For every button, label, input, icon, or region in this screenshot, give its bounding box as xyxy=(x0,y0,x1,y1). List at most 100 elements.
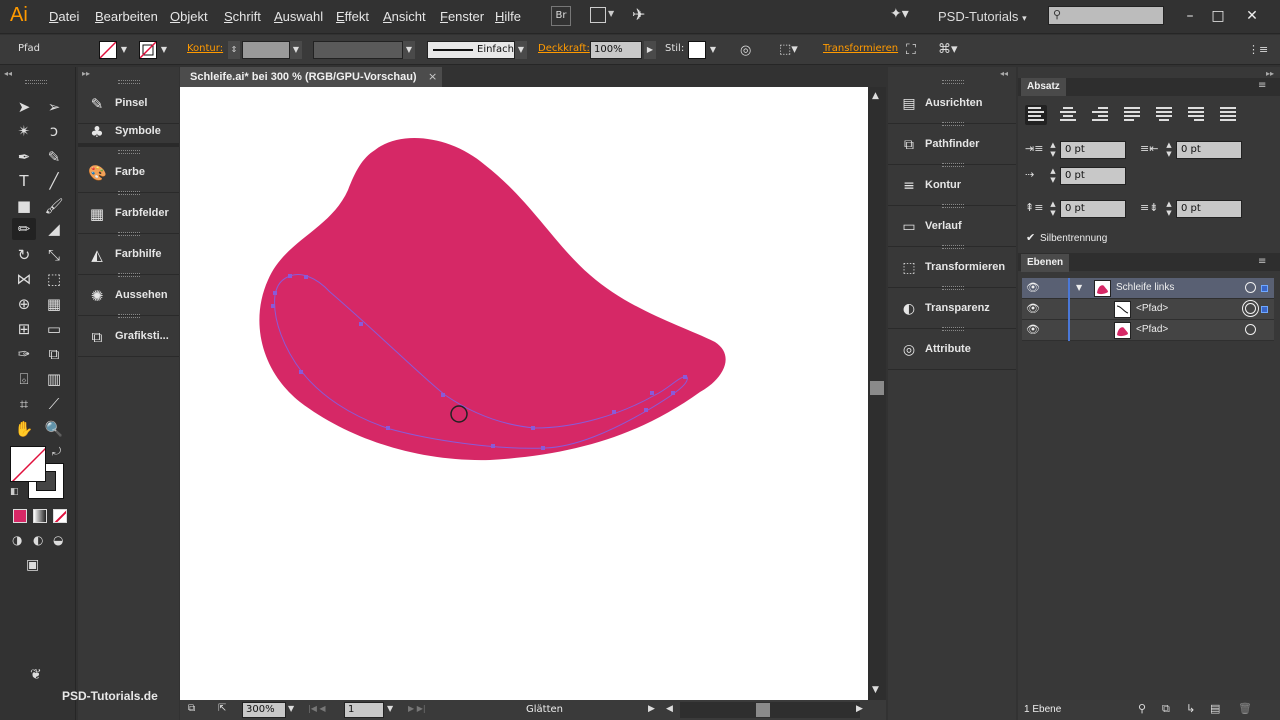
right-indent-stepper[interactable]: ▲ ▼ xyxy=(1164,141,1174,159)
bridge-button[interactable]: Br xyxy=(551,6,571,26)
tab-absatz[interactable]: Absatz xyxy=(1021,78,1066,96)
panel-aussehen[interactable]: ✺ Aussehen xyxy=(78,276,179,316)
layer-row[interactable]: 👁 ▼ Schleife links xyxy=(1022,278,1274,299)
align-center-button[interactable] xyxy=(1057,105,1079,125)
scale-tool-icon[interactable]: ⤡ xyxy=(42,244,66,266)
menu-ansicht[interactable]: Ansicht xyxy=(383,9,426,24)
target-icon[interactable] xyxy=(1245,282,1256,293)
sync-settings-icon[interactable]: ✦▾ xyxy=(890,6,909,22)
fill-swatch[interactable] xyxy=(99,41,117,59)
scroll-right-icon[interactable]: ▶ xyxy=(856,704,863,714)
left-indent-stepper[interactable]: ▲ ▼ xyxy=(1048,141,1058,159)
align-to-icon[interactable]: ⬚▾ xyxy=(779,42,798,57)
isolate-object-icon[interactable]: ⛶ xyxy=(906,42,916,58)
selection-indicator[interactable] xyxy=(1261,285,1268,292)
scroll-left-icon[interactable]: ◀ xyxy=(666,704,673,714)
search-input[interactable]: ⚲ xyxy=(1048,6,1164,25)
line-tool-icon[interactable]: ╱ xyxy=(42,170,66,192)
column-graph-tool-icon[interactable]: ▥ xyxy=(42,368,66,390)
target-icon[interactable] xyxy=(1245,324,1256,335)
panel-pathfinder[interactable]: ⧉ Pathfinder xyxy=(888,125,1016,165)
shape-builder-tool-icon[interactable]: ⊕ xyxy=(12,293,36,315)
right-indent-field[interactable]: 0 pt xyxy=(1176,141,1242,159)
opacity-field[interactable]: 100% xyxy=(590,41,642,59)
space-after-field[interactable]: 0 pt xyxy=(1176,200,1242,218)
artboard-canvas[interactable] xyxy=(180,87,868,700)
symbol-sprayer-tool-icon[interactable]: ⌺ xyxy=(12,368,36,390)
scroll-up-icon[interactable]: ▲ xyxy=(872,91,879,101)
stroke-weight-field[interactable] xyxy=(242,41,290,59)
layer-row[interactable]: 👁 <Pfad> xyxy=(1022,299,1274,320)
width-tool-icon[interactable]: ⋈ xyxy=(12,268,36,290)
maximize-button[interactable]: □ xyxy=(1204,3,1232,29)
chevron-down-icon[interactable]: ▼ xyxy=(707,41,719,59)
new-layer-icon[interactable]: ▤ xyxy=(1210,702,1220,715)
gpu-performance-icon[interactable]: ✈ xyxy=(632,5,645,24)
menu-bearbeiten[interactable]: Bearbeiten xyxy=(95,9,158,24)
collapse-arrows-icon[interactable]: ◂◂ xyxy=(1000,69,1008,78)
recolor-artwork-icon[interactable]: ◎ xyxy=(740,43,751,58)
panel-menu-icon[interactable]: ⋮≡ xyxy=(1248,43,1268,56)
menu-effekt[interactable]: Effekt xyxy=(336,9,369,24)
hyphenation-checkbox[interactable]: ✔ xyxy=(1026,231,1035,244)
expand-arrows-icon[interactable]: ▸▸ xyxy=(82,69,90,78)
menu-fenster[interactable]: Fenster xyxy=(440,9,484,24)
space-before-stepper[interactable]: ▲ ▼ xyxy=(1048,200,1058,218)
close-tab-icon[interactable]: × xyxy=(428,67,437,87)
vertical-scrollbar[interactable]: ▲ ▼ xyxy=(868,87,886,700)
justify-center-button[interactable] xyxy=(1153,105,1175,125)
panel-verlauf[interactable]: ▭ Verlauf xyxy=(888,207,1016,247)
scroll-thumb[interactable] xyxy=(756,703,770,717)
select-similar-icon[interactable]: ⌘▾ xyxy=(938,42,958,57)
stroke-swatch[interactable] xyxy=(139,41,157,59)
magic-wand-tool-icon[interactable]: ✴ xyxy=(12,120,36,142)
menu-datei[interactable]: Datei xyxy=(49,9,79,24)
collapse-arrows-icon[interactable]: ▸▸ xyxy=(1266,69,1274,78)
hand-tool-icon[interactable]: ✋ xyxy=(12,418,36,440)
eyedropper-tool-icon[interactable]: ✑ xyxy=(12,343,36,365)
chevron-down-icon[interactable]: ▼ xyxy=(403,41,415,59)
panel-symbole[interactable]: ♣ Symbole xyxy=(78,112,179,147)
selection-tool-icon[interactable]: ➤ xyxy=(12,96,36,118)
collapse-arrows-icon[interactable]: ◂◂ xyxy=(4,69,12,78)
menu-auswahl[interactable]: Auswahl xyxy=(274,9,323,24)
stroke-weight-stepper[interactable]: ⇕ xyxy=(228,41,240,59)
eraser-tool-icon[interactable]: ◢ xyxy=(42,218,66,240)
chevron-down-icon[interactable]: ▼ xyxy=(158,41,170,59)
panel-kontur[interactable]: ≡ Kontur xyxy=(888,166,1016,206)
minimize-button[interactable]: – xyxy=(1176,3,1204,29)
chevron-down-icon[interactable]: ▼ xyxy=(515,41,527,59)
zoom-field[interactable]: 300% xyxy=(242,702,286,718)
screen-mode-icon[interactable]: ▣ xyxy=(26,557,39,573)
scroll-down-icon[interactable]: ▼ xyxy=(872,685,879,695)
justify-all-button[interactable] xyxy=(1217,105,1239,125)
first-line-indent-stepper[interactable]: ▲ ▼ xyxy=(1048,167,1058,185)
rotate-tool-icon[interactable]: ↻ xyxy=(12,244,36,266)
clipping-mask-icon[interactable]: ⧉ xyxy=(1162,702,1170,716)
draw-inside-icon[interactable]: ◒ xyxy=(53,533,63,547)
chevron-down-icon[interactable]: ▼ xyxy=(118,41,130,59)
zoom-tool-icon[interactable]: 🔍 xyxy=(42,418,66,440)
draw-behind-icon[interactable]: ◐ xyxy=(33,533,43,547)
trash-icon[interactable]: 🗑 xyxy=(1238,702,1252,715)
left-indent-field[interactable]: 0 pt xyxy=(1060,141,1126,159)
blend-tool-icon[interactable]: ⧉ xyxy=(42,343,66,365)
curvature-tool-icon[interactable]: ✎ xyxy=(42,146,66,168)
locate-object-icon[interactable]: ⚲ xyxy=(1138,702,1146,715)
space-after-stepper[interactable]: ▲ ▼ xyxy=(1164,200,1174,218)
pen-tool-icon[interactable]: ✒ xyxy=(12,146,36,168)
artboard-tool-icon[interactable]: ⌗ xyxy=(12,393,36,415)
close-window-button[interactable]: ✕ xyxy=(1238,3,1266,29)
panel-ausrichten[interactable]: ▤ Ausrichten xyxy=(888,84,1016,124)
variable-width-profile-select[interactable] xyxy=(313,41,403,59)
arrange-documents-icon[interactable] xyxy=(590,7,606,23)
artboard-number-field[interactable]: 1 xyxy=(344,702,384,718)
paintbrush-tool-icon[interactable]: 🖌 xyxy=(42,195,66,217)
perspective-grid-tool-icon[interactable]: ▦ xyxy=(42,293,66,315)
slice-tool-icon[interactable]: ⟋ xyxy=(42,393,66,415)
panel-farbhilfe[interactable]: ◭ Farbhilfe xyxy=(78,235,179,275)
chevron-down-icon[interactable]: ▼ xyxy=(387,704,393,713)
fill-color-box[interactable] xyxy=(10,446,46,482)
gradient-mode-icon[interactable] xyxy=(33,509,47,523)
gradient-tool-icon[interactable]: ▭ xyxy=(42,318,66,340)
